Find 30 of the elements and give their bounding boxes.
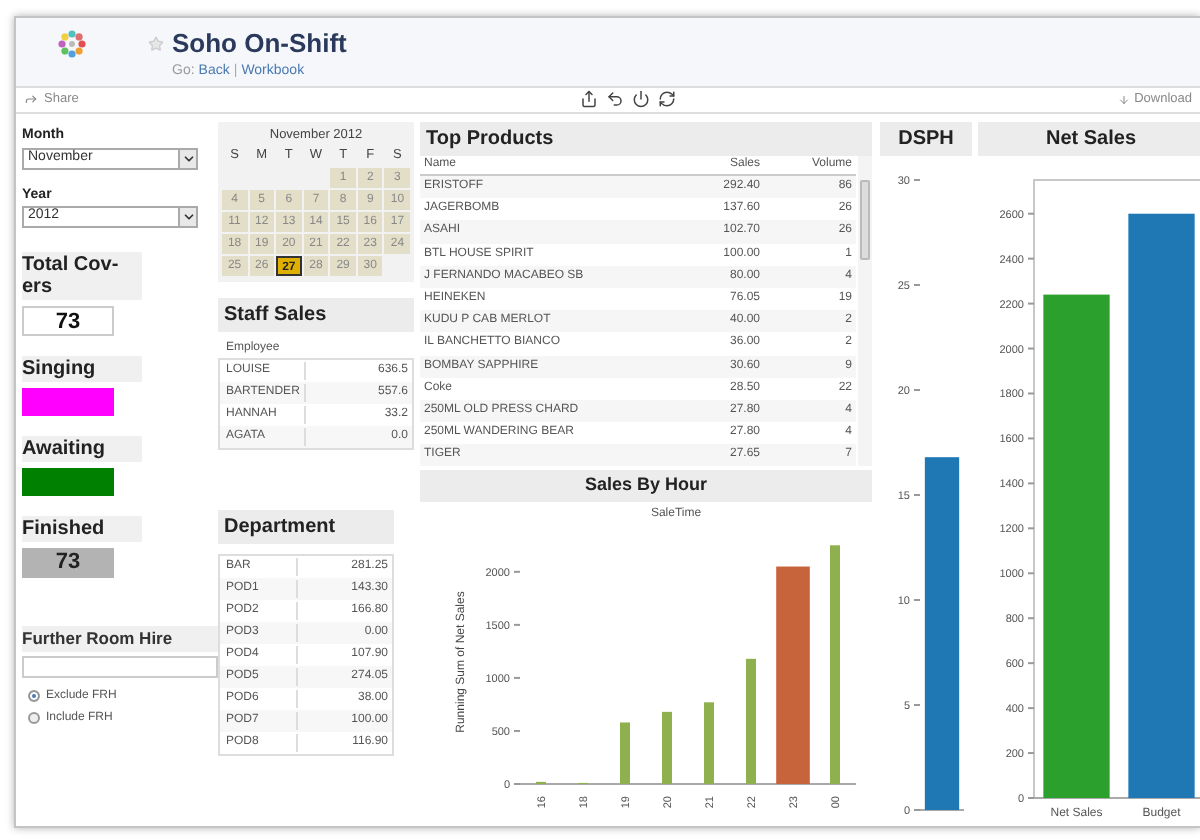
refresh-icon[interactable]: [658, 90, 677, 109]
panel-header: Sales By Hour: [420, 470, 872, 502]
panel-header: DSPH: [880, 122, 972, 156]
tile-value: 73: [22, 548, 114, 578]
input-field[interactable]: [22, 655, 218, 678]
panel-header: Top Products: [420, 122, 872, 156]
power-icon[interactable]: [632, 90, 651, 109]
caret-icon: [178, 208, 196, 226]
logo-icon: [56, 28, 88, 60]
tile-value: 73: [22, 306, 114, 336]
bar: [746, 658, 756, 784]
tile-label: Awaiting: [22, 436, 142, 462]
tile-label: Singing: [22, 356, 142, 382]
tile-label: Total Cov-ers: [22, 252, 142, 300]
bar: [662, 711, 672, 784]
undo-icon[interactable]: [606, 90, 625, 109]
star-icon[interactable]: [148, 36, 164, 52]
dashboard-title: Soho On-Shift: [172, 28, 347, 58]
download-icon: [1118, 93, 1131, 106]
section-label: Further Room Hire: [22, 626, 218, 652]
forward-icon: [24, 92, 38, 107]
share-icon[interactable]: [580, 90, 599, 109]
caret-icon: [178, 149, 196, 167]
scrollbar[interactable]: [858, 156, 872, 467]
bar: [704, 702, 714, 784]
panel-header: Net Sales: [978, 122, 1200, 156]
bar: [620, 722, 630, 784]
tile-label: Finished: [22, 516, 142, 542]
panel-header: Department: [218, 509, 394, 544]
panel-header: Staff Sales: [218, 297, 414, 332]
